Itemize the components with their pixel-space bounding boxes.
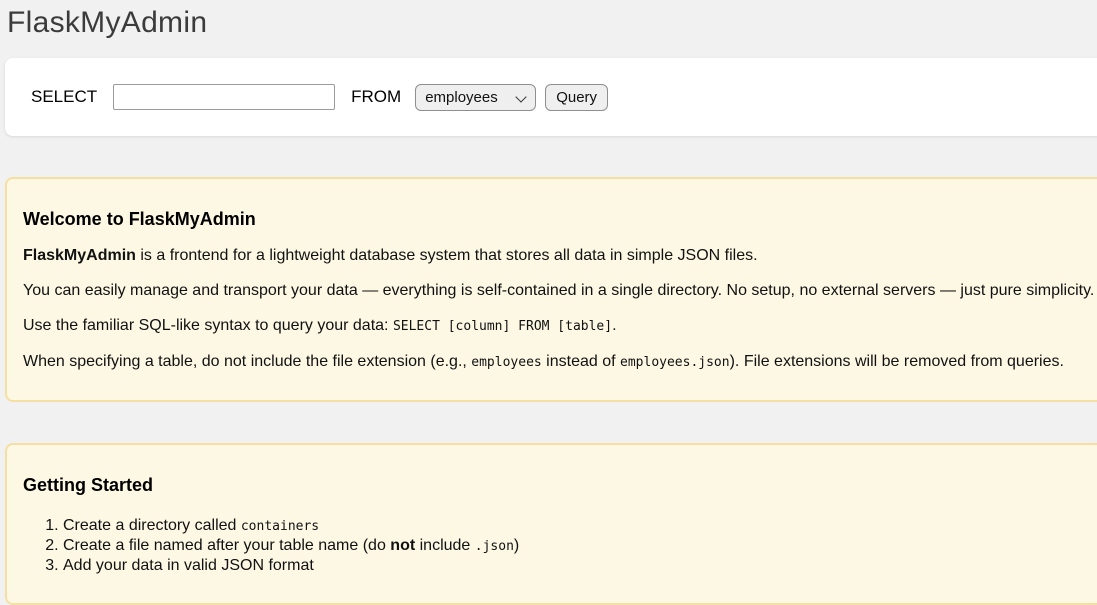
table-name-code: employees <box>471 355 541 370</box>
select-keyword-label: SELECT <box>31 87 97 107</box>
containers-code: containers <box>241 519 319 534</box>
welcome-manage-paragraph: You can easily manage and transport your… <box>23 281 1097 300</box>
welcome-box: Welcome to FlaskMyAdmin FlaskMyAdmin is … <box>5 177 1097 402</box>
sql-syntax-code: SELECT [column] FROM [table] <box>393 319 612 334</box>
welcome-extension-paragraph: When specifying a table, do not include … <box>23 352 1097 372</box>
from-keyword-label: FROM <box>351 87 401 107</box>
list-item-create-directory: Create a directory called containers <box>63 516 1097 536</box>
query-button[interactable]: Query <box>545 84 608 111</box>
getting-started-heading: Getting Started <box>23 475 1097 496</box>
list-item-add-data: Add your data in valid JSON format <box>63 556 1097 575</box>
getting-started-list: Create a directory called containers Cre… <box>23 516 1097 575</box>
json-extension-code: .json <box>475 539 514 554</box>
welcome-intro-paragraph: FlaskMyAdmin is a frontend for a lightwe… <box>23 246 1097 265</box>
table-select-wrap: employees <box>415 84 536 111</box>
column-input[interactable] <box>113 84 335 110</box>
table-select[interactable]: employees <box>415 84 536 111</box>
app-name-bold: FlaskMyAdmin <box>23 247 136 264</box>
page: FlaskMyAdmin SELECT FROM employees Query… <box>0 0 1097 605</box>
page-title: FlaskMyAdmin <box>7 6 1097 40</box>
list-item-create-file: Create a file named after your table nam… <box>63 536 1097 556</box>
welcome-heading: Welcome to FlaskMyAdmin <box>23 209 1097 230</box>
welcome-syntax-paragraph: Use the familiar SQL-like syntax to quer… <box>23 316 1097 336</box>
not-bold: not <box>390 537 415 554</box>
table-filename-code: employees.json <box>620 355 730 370</box>
query-form: SELECT FROM employees Query <box>31 84 608 111</box>
query-form-card: SELECT FROM employees Query <box>5 58 1097 136</box>
